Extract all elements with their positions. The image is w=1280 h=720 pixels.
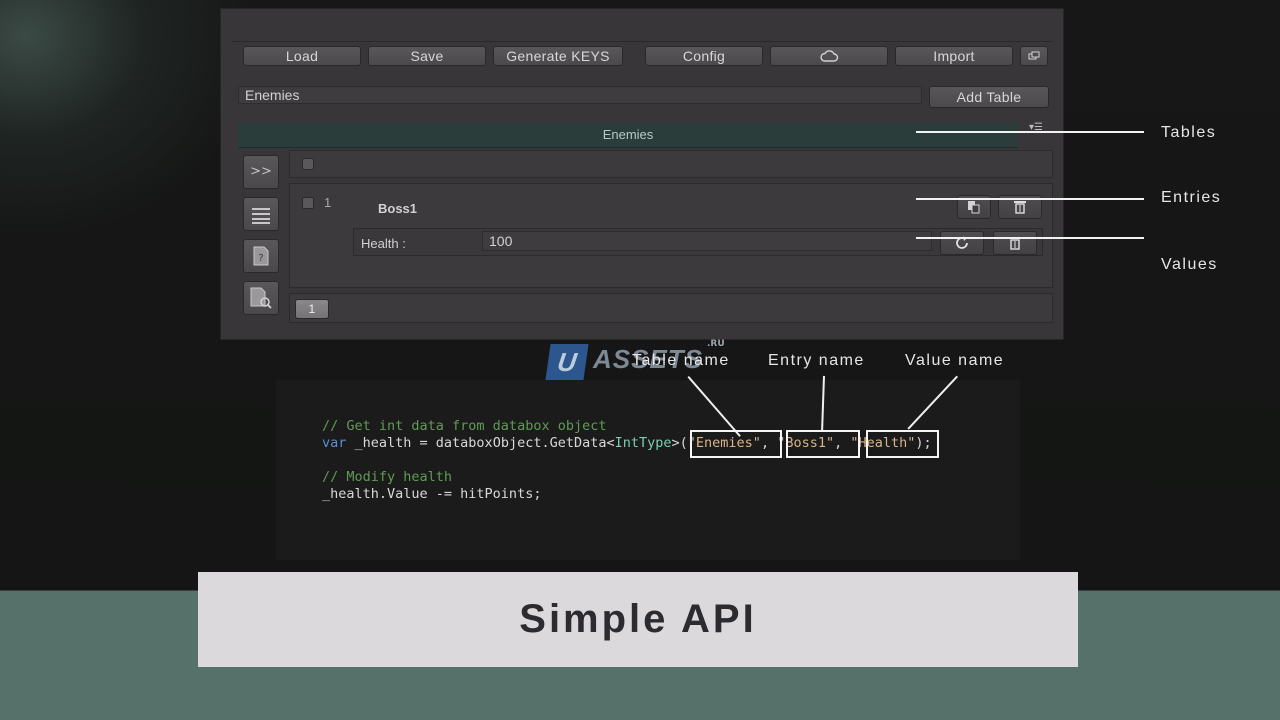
code-fragment: _health = databoxObject.GetData<: [346, 435, 615, 451]
page-1-button[interactable]: 1: [295, 299, 329, 319]
copy-icon: [968, 201, 980, 214]
trash-icon: [1014, 201, 1026, 214]
search-document-icon: [250, 287, 272, 309]
config-button[interactable]: Config: [645, 46, 763, 66]
databox-editor-window: Load Save Generate KEYS Config Import En…: [220, 8, 1064, 340]
cloud-icon: [820, 50, 839, 62]
watermark-logo-u: U: [545, 344, 589, 380]
reset-value-button[interactable]: [940, 231, 984, 255]
help-button[interactable]: ?: [243, 239, 279, 273]
tables-callout-label: Tables: [1161, 124, 1217, 141]
type-name: IntType: [614, 435, 672, 451]
pager-bar: 1: [289, 293, 1053, 323]
value-arg-highlight: [866, 430, 939, 458]
window-icon: [1028, 51, 1040, 60]
code-fragment: >(: [671, 435, 688, 451]
svg-text:?: ?: [258, 253, 263, 264]
inspect-button[interactable]: [243, 281, 279, 315]
generate-keys-button[interactable]: Generate KEYS: [493, 46, 623, 66]
comment-text: // Get int data from databox object: [322, 418, 607, 434]
load-button[interactable]: Load: [243, 46, 361, 66]
code-line-modify: _health.Value -= hitPoints;: [322, 486, 542, 502]
entry-checkbox[interactable]: [302, 197, 314, 209]
page-title-banner: Simple API: [198, 572, 1078, 667]
entry-arg-highlight: [786, 430, 860, 458]
list-icon: [252, 208, 270, 224]
entries-callout-label: Entries: [1161, 189, 1222, 206]
entry-name-label: Entry name: [768, 352, 865, 369]
value-label: Health :: [361, 236, 406, 251]
keyword-var: var: [322, 435, 347, 451]
select-all-checkbox[interactable]: [302, 158, 314, 170]
delete-value-button[interactable]: [993, 231, 1037, 255]
help-document-icon: ?: [253, 246, 269, 266]
table-name-label: Table name: [632, 352, 730, 369]
values-callout-label: Values: [1161, 256, 1218, 273]
comment-text: // Modify health: [322, 469, 453, 485]
table-name-input[interactable]: Enemies: [238, 86, 922, 104]
window-toggle-button[interactable]: [1020, 46, 1048, 66]
list-view-button[interactable]: [243, 197, 279, 231]
save-button[interactable]: Save: [368, 46, 486, 66]
tables-callout-line: [916, 131, 1144, 133]
window-titlebar: [231, 15, 1053, 42]
table-arg-highlight: [690, 430, 782, 458]
watermark-logo-suffix: .RU: [707, 339, 725, 349]
value-name-label: Value name: [905, 352, 1005, 369]
code-comment-2: // Modify health: [322, 469, 452, 485]
tab-enemies[interactable]: Enemies: [238, 123, 1018, 148]
entry-index: 1: [324, 195, 332, 210]
cloud-button[interactable]: [770, 46, 888, 66]
select-all-row: [289, 150, 1053, 178]
entry-name: Boss1: [378, 201, 418, 216]
code-comment-1: // Get int data from databox object: [322, 418, 606, 434]
health-value-input[interactable]: 100: [482, 231, 932, 251]
import-button[interactable]: Import: [895, 46, 1013, 66]
expand-button[interactable]: >>: [243, 155, 279, 189]
add-table-button[interactable]: Add Table: [929, 86, 1049, 108]
values-callout-line: [916, 237, 1144, 239]
value-row: Health : 100: [353, 228, 1043, 256]
entries-callout-line: [916, 198, 1144, 200]
